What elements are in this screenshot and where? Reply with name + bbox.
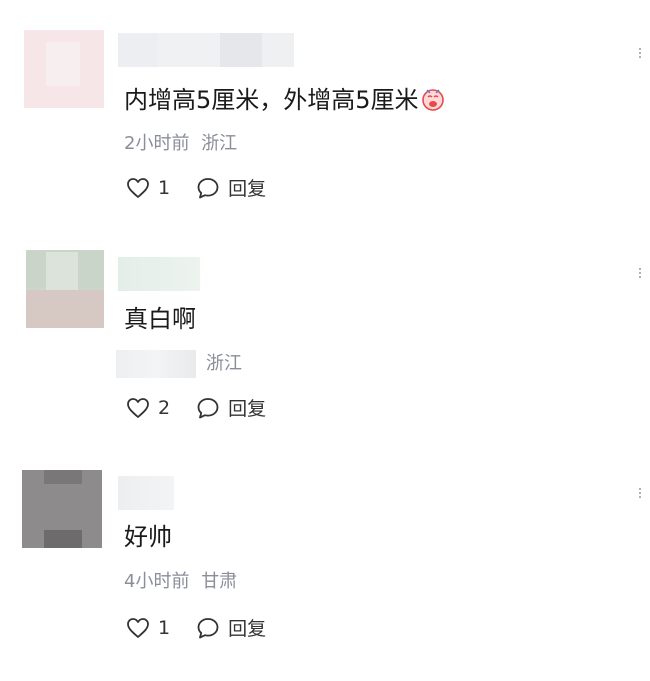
comment-text: 真白啊 [124, 305, 196, 333]
avatar[interactable] [22, 470, 102, 548]
avatar[interactable] [26, 250, 104, 328]
comment-actions: 1 回复 [126, 174, 292, 201]
comment-actions: 2 回复 [126, 394, 292, 421]
comment-actions: 1 回复 [126, 614, 292, 641]
crying-face-icon [421, 89, 444, 111]
username-blurred[interactable] [118, 476, 174, 510]
like-count: 1 [158, 616, 171, 639]
like-button[interactable]: 2 [126, 397, 170, 419]
comment-meta: 浙江 [116, 350, 242, 378]
more-options-icon[interactable] [636, 266, 644, 280]
like-button[interactable]: 1 [126, 617, 170, 639]
username-blurred[interactable] [118, 257, 200, 291]
more-options-icon[interactable] [636, 46, 644, 60]
heart-icon [127, 617, 149, 638]
reply-label: 回复 [228, 178, 267, 200]
comment-time: 2小时前 [124, 133, 190, 154]
avatar[interactable] [24, 30, 104, 108]
comment-item: 内增高5厘米，外增高5厘米 2小时前 浙江 1 回复 [0, 0, 650, 220]
username-blurred[interactable] [118, 33, 294, 67]
comment-meta: 2小时前 浙江 [124, 132, 237, 156]
heart-icon [127, 177, 149, 198]
like-count: 2 [158, 396, 171, 419]
like-button[interactable]: 1 [126, 177, 170, 199]
speech-bubble-icon [197, 397, 219, 418]
comment-meta: 4小时前 甘肃 [124, 570, 237, 594]
comment-text: 好帅 [124, 523, 172, 551]
comment-item: 真白啊 浙江 2 回复 [0, 220, 650, 440]
reply-button[interactable]: 回复 [196, 614, 266, 641]
reply-label: 回复 [228, 618, 267, 640]
more-options-icon[interactable] [636, 486, 644, 500]
comment-location: 浙江 [206, 353, 242, 374]
heart-icon [127, 397, 149, 418]
comment-item: 好帅 4小时前 甘肃 1 回复 [0, 440, 650, 681]
reply-label: 回复 [228, 398, 267, 420]
speech-bubble-icon [197, 177, 219, 198]
comment-location: 甘肃 [201, 571, 238, 592]
reply-button[interactable]: 回复 [196, 394, 266, 421]
speech-bubble-icon [197, 617, 219, 638]
reply-button[interactable]: 回复 [196, 174, 266, 201]
comment-text: 内增高5厘米，外增高5厘米 [124, 85, 445, 115]
time-blurred [116, 350, 196, 378]
comment-time: 4小时前 [124, 571, 190, 592]
comment-location: 浙江 [201, 133, 238, 154]
like-count: 1 [158, 176, 171, 199]
